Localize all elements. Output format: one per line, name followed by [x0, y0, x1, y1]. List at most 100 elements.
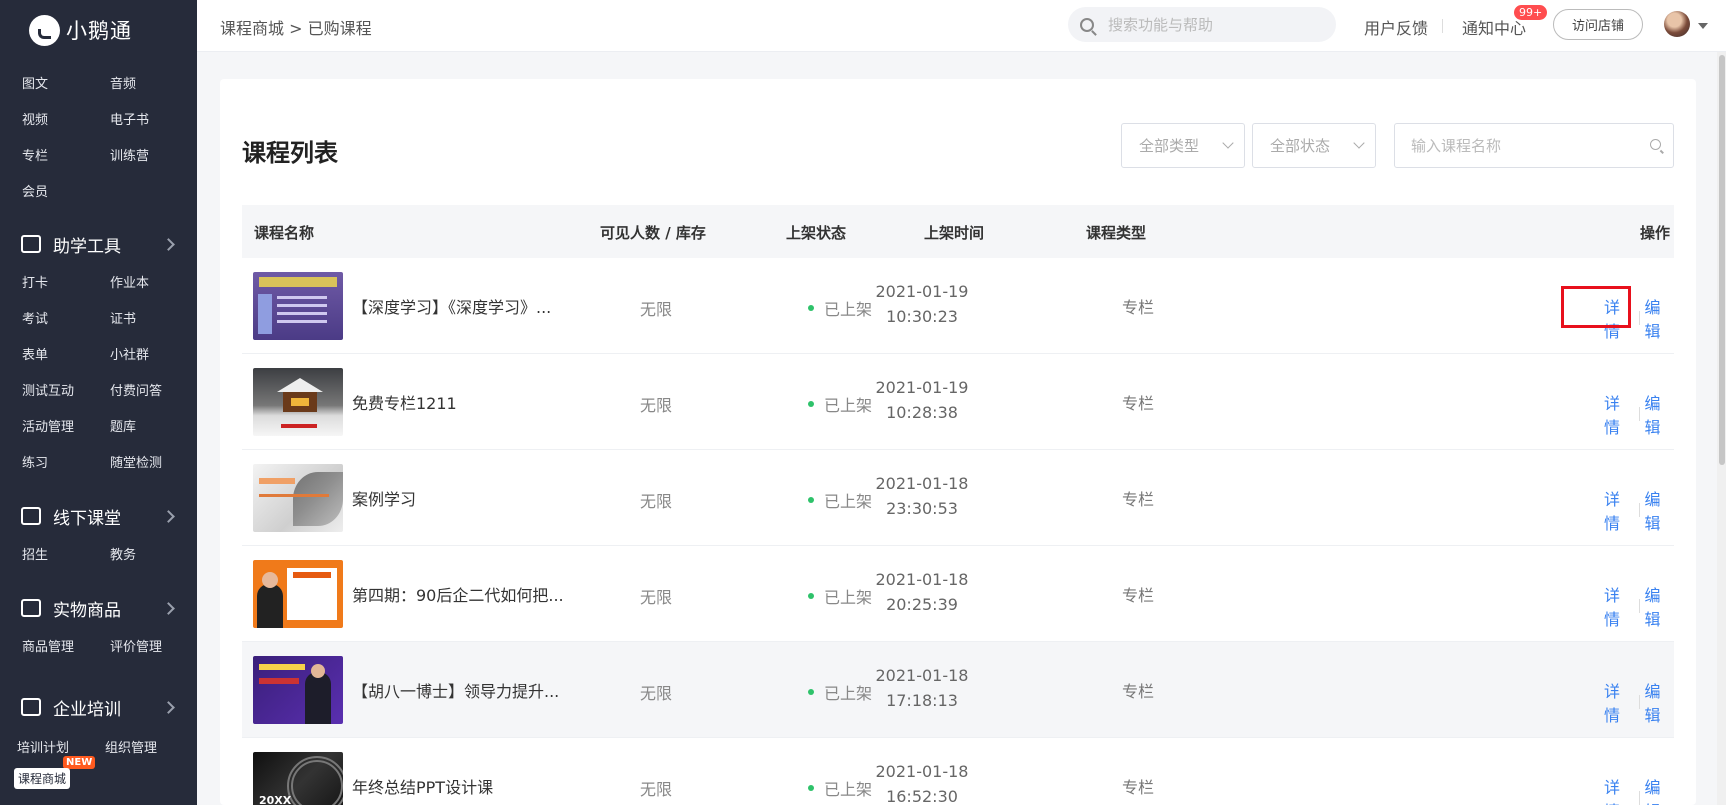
breadcrumb: 课程商城 > 已购课程	[220, 19, 372, 38]
nav-group-title: 企业培训	[53, 699, 121, 720]
edit-link[interactable]: 编辑	[1644, 486, 1674, 534]
course-name[interactable]: 年终总结PPT设计课	[352, 774, 493, 798]
nav-item-review-manage[interactable]: 评价管理	[110, 630, 192, 666]
row-actions: 详情编辑	[1604, 582, 1674, 630]
course-name[interactable]: 【胡八一博士】领导力提升...	[352, 678, 559, 702]
table-row: 第四期：90后企二代如何把... 无限 已上架 2021-01-18 20:25:…	[242, 546, 1674, 642]
course-name[interactable]: 免费专栏1211	[352, 390, 457, 414]
nav-item-homework[interactable]: 作业本	[110, 266, 192, 302]
divider	[1638, 311, 1640, 325]
course-type: 专栏	[1122, 586, 1155, 605]
nav-item-audio[interactable]: 音频	[110, 67, 192, 103]
scrollbar-thumb[interactable]	[1719, 55, 1725, 465]
edit-link[interactable]: 编辑	[1644, 582, 1674, 630]
publish-clock: 17:18:13	[886, 691, 958, 710]
publish-date: 2021-01-18	[875, 570, 969, 589]
nav-item-exam[interactable]: 考试	[22, 302, 110, 338]
nav-item-article[interactable]: 图文	[22, 67, 110, 103]
detail-link[interactable]: 详情	[1604, 774, 1634, 805]
nav-item-ebook[interactable]: 电子书	[110, 103, 192, 139]
course-cover: 20XX	[253, 752, 343, 805]
edit-link[interactable]: 编辑	[1644, 390, 1674, 438]
table-row: 【深度学习】《深度学习》... 无限 已上架 2021-01-19 10:30:2…	[242, 258, 1674, 354]
nav-item-quiz[interactable]: 测试互动	[22, 374, 110, 410]
publish-time: 2021-01-18 17:18:13	[832, 663, 1012, 713]
nav-item-activity[interactable]: 活动管理	[22, 410, 110, 446]
table-row: 免费专栏1211 无限 已上架 2021-01-19 10:28:38 专栏 详情…	[242, 354, 1674, 450]
caret-down-icon[interactable]	[1698, 23, 1708, 29]
nav-item-enroll[interactable]: 招生	[22, 538, 110, 574]
course-type: 专栏	[1122, 298, 1155, 317]
nav-item-class-test[interactable]: 随堂检测	[110, 446, 192, 482]
avatar[interactable]	[1664, 11, 1690, 37]
nav-item-video[interactable]: 视频	[22, 103, 110, 139]
search-icon[interactable]	[1650, 139, 1661, 150]
publish-time: 2021-01-18 23:30:53	[832, 471, 1012, 521]
nav-item-paid-qa[interactable]: 付费问答	[110, 374, 192, 410]
row-actions: 详情编辑	[1604, 774, 1674, 805]
nav-group-learning-tools[interactable]: 助学工具	[21, 226, 181, 262]
publish-clock: 16:52:30	[886, 787, 958, 805]
table-row: 20XX 年终总结PPT设计课 无限 已上架 2021-01-18 16:52:3…	[242, 738, 1674, 805]
chevron-down-icon	[1353, 137, 1365, 149]
row-actions: 详情编辑	[1604, 390, 1674, 438]
nav-item-academic[interactable]: 教务	[110, 538, 192, 574]
nav-group-title: 助学工具	[53, 236, 121, 257]
col-time: 上架时间	[924, 224, 985, 242]
nav-item-practice[interactable]: 练习	[22, 446, 110, 482]
nav-group-enterprise-training[interactable]: 企业培训	[21, 689, 181, 725]
course-cover	[253, 272, 343, 340]
detail-link[interactable]: 详情	[1604, 678, 1634, 726]
course-name[interactable]: 第四期：90后企二代如何把...	[352, 582, 562, 606]
nav-offline-class-items: 招生 教务	[22, 538, 192, 574]
course-type: 专栏	[1122, 394, 1155, 413]
detail-link[interactable]: 详情	[1604, 294, 1634, 342]
help-search[interactable]	[1068, 7, 1336, 42]
publish-time: 2021-01-18 16:52:30	[832, 759, 1012, 805]
status-dot	[808, 593, 814, 599]
nav-group-physical-goods[interactable]: 实物商品	[21, 590, 181, 626]
course-name-search[interactable]	[1394, 123, 1674, 168]
type-filter-select[interactable]: 全部类型	[1121, 123, 1245, 168]
briefcase-icon	[21, 235, 41, 253]
divider	[1638, 791, 1640, 805]
nav-item-org-manage[interactable]: 组织管理	[105, 731, 187, 767]
detail-link[interactable]: 详情	[1604, 390, 1634, 438]
col-status: 上架状态	[786, 224, 847, 242]
nav-item-question-bank[interactable]: 题库	[110, 410, 192, 446]
course-name[interactable]: 案例学习	[352, 486, 416, 510]
visit-store-button[interactable]: 访问店铺	[1553, 9, 1643, 40]
nav-item-checkin[interactable]: 打卡	[22, 266, 110, 302]
nav-item-form[interactable]: 表单	[22, 338, 110, 374]
status-filter-select[interactable]: 全部状态	[1252, 123, 1376, 168]
publish-clock: 20:25:39	[886, 595, 958, 614]
nav-group-offline-class[interactable]: 线下课堂	[21, 498, 181, 534]
edit-link[interactable]: 编辑	[1644, 678, 1674, 726]
detail-link[interactable]: 详情	[1604, 486, 1634, 534]
edit-link[interactable]: 编辑	[1644, 294, 1674, 342]
nav-enterprise-training-items: 培训计划 组织管理	[17, 731, 187, 767]
course-name[interactable]: 【深度学习】《深度学习》...	[352, 294, 551, 318]
page-title: 课程列表	[242, 139, 338, 167]
nav-item-column[interactable]: 专栏	[22, 139, 110, 175]
feedback-link[interactable]: 用户反馈	[1364, 15, 1428, 39]
col-visible: 可见人数 / 库存	[600, 224, 706, 242]
detail-link[interactable]: 详情	[1604, 582, 1634, 630]
help-search-input[interactable]	[1108, 15, 1308, 34]
nav-item-member[interactable]: 会员	[22, 175, 110, 211]
cover-text: 20XX	[259, 794, 292, 805]
chevron-down-icon	[1222, 137, 1234, 149]
row-actions: 详情编辑	[1604, 294, 1674, 342]
nav-item-camp[interactable]: 训练营	[110, 139, 192, 175]
nav-item-goods-manage[interactable]: 商品管理	[22, 630, 110, 666]
nav-learning-tools-items: 打卡 作业本 考试 证书 表单 小社群 测试互动 付费问答 活动管理 题库 练习…	[22, 266, 192, 482]
course-type: 专栏	[1122, 490, 1155, 509]
nav-item-certificate[interactable]: 证书	[110, 302, 192, 338]
nav-item-community[interactable]: 小社群	[110, 338, 192, 374]
edit-link[interactable]: 编辑	[1644, 774, 1674, 805]
course-name-input[interactable]	[1411, 136, 1641, 155]
divider	[1638, 599, 1640, 613]
brand-logo[interactable]: 小鹅通	[29, 11, 132, 49]
divider	[1638, 407, 1640, 421]
nav-item-course-mall[interactable]: 课程商城	[14, 768, 71, 789]
